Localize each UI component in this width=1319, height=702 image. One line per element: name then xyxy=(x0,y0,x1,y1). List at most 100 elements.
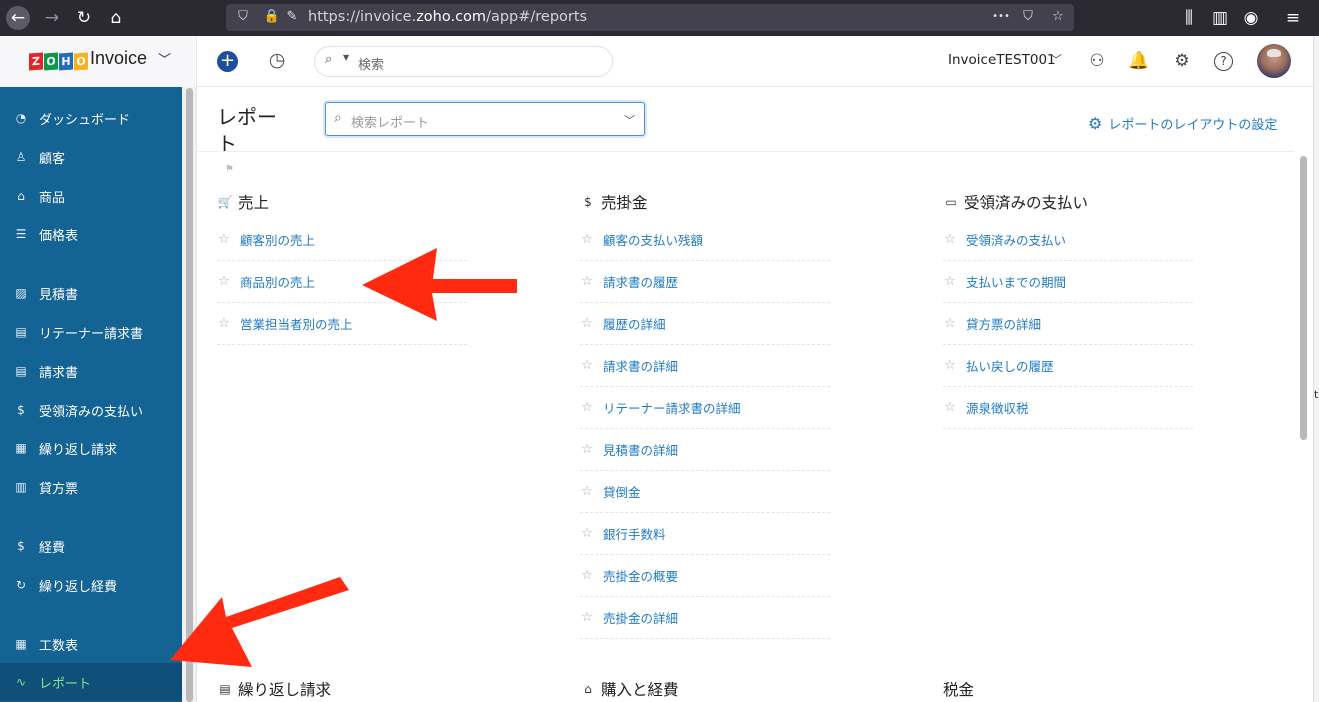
report-link-label[interactable]: 銀行手数料 xyxy=(603,524,666,543)
report-link[interactable]: ☆ 貸倒金 xyxy=(580,471,830,513)
shield-icon[interactable]: ⛉ xyxy=(234,8,252,26)
favorite-star-icon[interactable]: ☆ xyxy=(943,358,957,373)
report-link[interactable]: ☆ 貸方票の詳細 xyxy=(943,303,1193,345)
bell-icon[interactable]: 🔔 xyxy=(1128,49,1150,73)
sidebar-item-credit-note[interactable]: ▥ 貸方票 xyxy=(0,468,182,506)
forward-icon[interactable]: → xyxy=(40,6,64,30)
favorite-star-icon[interactable]: ☆ xyxy=(580,400,594,415)
help-icon[interactable]: ? xyxy=(1214,52,1233,71)
reload-icon[interactable]: ↻ xyxy=(72,6,96,30)
sidebar-item-recurring-expense[interactable]: ↻ 繰り返し経費 xyxy=(0,566,182,604)
favorite-star-icon[interactable]: ☆ xyxy=(943,316,957,331)
report-link[interactable]: ☆ 顧客別の売上 xyxy=(217,219,467,261)
sidebar-item-expense[interactable]: $ 経費 xyxy=(0,527,182,565)
chevron-down-icon[interactable]: ﹀ xyxy=(1050,51,1062,68)
pocket-icon[interactable]: ⛉ xyxy=(1019,8,1037,26)
sidebar-item-retainer-invoice[interactable]: ▤ リテーナー請求書 xyxy=(0,313,182,351)
report-link-label[interactable]: 受領済みの支払い xyxy=(966,230,1066,249)
report-link[interactable]: ☆ リテーナー請求書の詳細 xyxy=(580,387,830,429)
report-link-label[interactable]: 売掛金の概要 xyxy=(603,566,678,585)
sidebar-item-payment-received[interactable]: $ 受領済みの支払い xyxy=(0,391,182,429)
menu-icon[interactable]: ≡ xyxy=(1281,6,1305,30)
sidebar-item-estimate[interactable]: ▨ 見積書 xyxy=(0,274,182,312)
report-link[interactable]: ☆ 請求書の詳細 xyxy=(580,345,830,387)
lock-icon[interactable]: 🔒 xyxy=(263,8,281,26)
sidebar-item-reports[interactable]: ∿ レポート xyxy=(0,663,182,701)
report-link[interactable]: ☆ 受領済みの支払い xyxy=(943,219,1193,261)
favorite-star-icon[interactable]: ☆ xyxy=(580,274,594,289)
avatar[interactable] xyxy=(1257,44,1291,78)
report-link[interactable]: ☆ 支払いまでの期間 xyxy=(943,261,1193,303)
sidebar-item-timesheet[interactable]: ▦ 工数表 xyxy=(0,625,182,663)
url-bar[interactable]: ⛉ 🔒 ✎ https://invoice.zoho.com/app#/repo… xyxy=(226,4,1074,31)
library-icon[interactable]: ⫼ xyxy=(1177,6,1201,30)
favorite-star-icon[interactable]: ☆ xyxy=(580,442,594,457)
favorite-star-icon[interactable]: ☆ xyxy=(217,232,231,247)
report-link[interactable]: ☆ 商品別の売上 xyxy=(217,261,467,303)
content-scrollbar[interactable] xyxy=(1296,152,1313,702)
report-link-label[interactable]: 支払いまでの期間 xyxy=(966,272,1066,291)
report-link[interactable]: ☆ 売掛金の概要 xyxy=(580,555,830,597)
report-link-label[interactable]: 請求書の詳細 xyxy=(603,356,678,375)
report-link-label[interactable]: 源泉徴収税 xyxy=(966,398,1029,417)
brand-area[interactable]: Z O H O Invoice ﹀ xyxy=(0,36,197,87)
chevron-down-icon[interactable]: ﹀ xyxy=(624,112,635,128)
report-link[interactable]: ☆ 履歴の詳細 xyxy=(580,303,830,345)
favorite-star-icon[interactable]: ☆ xyxy=(217,274,231,289)
sidebar-item-price-list[interactable]: ☰ 価格表 xyxy=(0,215,182,253)
favorite-star-icon[interactable]: ☆ xyxy=(217,316,231,331)
sidebar-item-recurring-invoice[interactable]: ▦ 繰り返し請求 xyxy=(0,429,182,467)
sidebar-item-invoice[interactable]: ▤ 請求書 xyxy=(0,352,182,390)
back-icon[interactable]: ← xyxy=(6,6,30,30)
favorite-star-icon[interactable]: ☆ xyxy=(580,484,594,499)
report-link-label[interactable]: 見積書の詳細 xyxy=(603,440,678,459)
favorite-star-icon[interactable]: ☆ xyxy=(943,400,957,415)
favorite-star-icon[interactable]: ☆ xyxy=(580,358,594,373)
report-link[interactable]: ☆ 見積書の詳細 xyxy=(580,429,830,471)
report-link-label[interactable]: 履歴の詳細 xyxy=(603,314,666,333)
bookmark-star-icon[interactable]: ☆ xyxy=(1049,8,1067,26)
url-text[interactable]: https://invoice.zoho.com/app#/reports xyxy=(308,4,587,31)
sidebar-scrollbar-thumb[interactable] xyxy=(186,88,193,702)
favorite-star-icon[interactable]: ☆ xyxy=(580,316,594,331)
report-link[interactable]: ☆ 銀行手数料 xyxy=(580,513,830,555)
report-link[interactable]: ☆ 払い戻しの履歴 xyxy=(943,345,1193,387)
caret-down-icon[interactable]: ▼ xyxy=(343,53,349,62)
report-link-label[interactable]: 貸倒金 xyxy=(603,482,641,501)
report-link[interactable]: ☆ 請求書の履歴 xyxy=(580,261,830,303)
permissions-icon[interactable]: ✎ xyxy=(283,8,301,26)
quick-create-button[interactable]: + xyxy=(217,51,238,72)
favorite-star-icon[interactable]: ☆ xyxy=(580,232,594,247)
report-link-label[interactable]: 顧客別の売上 xyxy=(240,230,315,249)
sidebar-item-items[interactable]: ⌂ 商品 xyxy=(0,177,182,215)
org-switcher[interactable]: InvoiceTEST001 xyxy=(948,52,1056,68)
content-scrollbar-thumb[interactable] xyxy=(1300,156,1307,440)
history-icon[interactable]: ◷ xyxy=(265,48,289,72)
favorite-star-icon[interactable]: ☆ xyxy=(943,232,957,247)
report-link-label[interactable]: 貸方票の詳細 xyxy=(966,314,1041,333)
report-link-label[interactable]: 顧客の支払い残額 xyxy=(603,230,703,249)
chevron-down-icon[interactable]: ﹀ xyxy=(158,49,171,68)
home-icon[interactable]: ⌂ xyxy=(104,6,128,30)
report-link-label[interactable]: 払い戻しの履歴 xyxy=(966,356,1054,375)
report-link[interactable]: ☆ 源泉徴収税 xyxy=(943,387,1193,429)
favorite-star-icon[interactable]: ☆ xyxy=(580,568,594,583)
report-link-label[interactable]: 営業担当者別の売上 xyxy=(240,314,353,333)
report-link-label[interactable]: リテーナー請求書の詳細 xyxy=(603,398,741,417)
report-search-input[interactable]: ⌕ 検索レポート ﹀ xyxy=(325,102,645,136)
report-link[interactable]: ☆ 営業担当者別の売上 xyxy=(217,303,467,345)
favorite-star-icon[interactable]: ☆ xyxy=(943,274,957,289)
global-search[interactable]: ⌕ ▼ 検索 xyxy=(314,46,613,77)
account-icon[interactable]: ◉ xyxy=(1239,6,1263,30)
users-icon[interactable]: ⚇ xyxy=(1086,49,1108,73)
sidebar-item-customer[interactable]: ♙ 顧客 xyxy=(0,138,182,176)
more-actions-icon[interactable]: ••• xyxy=(992,8,1010,26)
layout-settings-link[interactable]: ⚙ レポートのレイアウトの設定 xyxy=(1088,114,1277,133)
sidebar-toggle-icon[interactable]: ▥ xyxy=(1208,6,1232,30)
report-link-label[interactable]: 商品別の売上 xyxy=(240,272,315,291)
report-link[interactable]: ☆ 売掛金の詳細 xyxy=(580,597,830,639)
favorite-star-icon[interactable]: ☆ xyxy=(580,610,594,625)
sidebar-item-dashboard[interactable]: ◔ ダッシュボード xyxy=(0,99,182,137)
gear-icon[interactable]: ⚙ xyxy=(1171,49,1193,73)
report-link[interactable]: ☆ 顧客の支払い残額 xyxy=(580,219,830,261)
